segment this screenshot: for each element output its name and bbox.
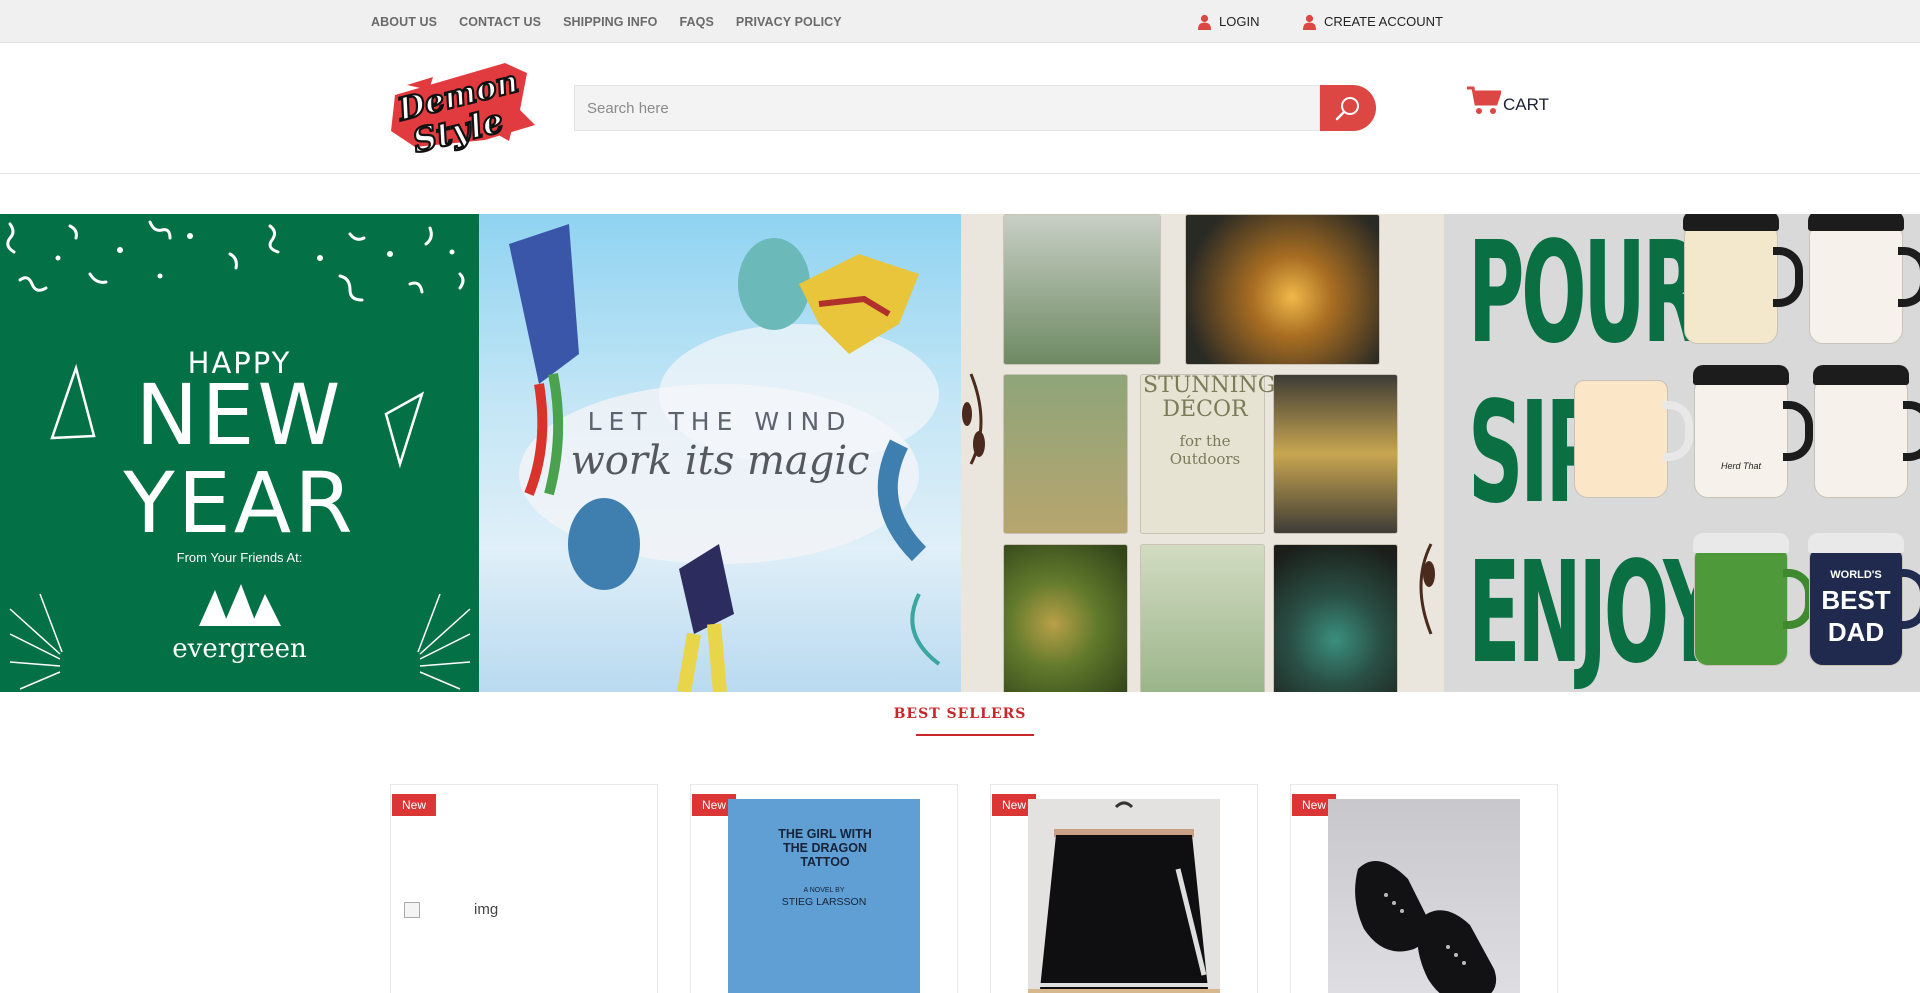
- search-button[interactable]: [1320, 85, 1376, 131]
- best-sellers-underline: [916, 734, 1034, 736]
- product-card-1[interactable]: New img: [390, 784, 658, 993]
- mug-bees[interactable]: [1683, 214, 1803, 344]
- decor-panel[interactable]: STUNNING DÉCOR for the Outdoors: [961, 214, 1444, 692]
- mug-roosters[interactable]: [1808, 214, 1920, 344]
- wind-headline: LET THE WIND: [587, 407, 853, 436]
- evergreen-trees-logo: [199, 584, 281, 626]
- mug-dad-line2: BEST: [1821, 585, 1891, 615]
- broken-product-image[interactable]: img: [404, 901, 498, 918]
- product-image-loafers[interactable]: [1328, 799, 1520, 993]
- book-author: STIEG LARSSON: [781, 896, 867, 908]
- wind-script: work its magic: [570, 438, 870, 484]
- pour-word: POUR: [1468, 214, 1702, 375]
- cart-link[interactable]: CART: [1467, 83, 1549, 119]
- book-subtitle: A NOVEL BY: [803, 887, 845, 894]
- mug-cow[interactable]: Herd That: [1693, 365, 1813, 498]
- user-icon: [1303, 14, 1316, 30]
- skirt-illustration: [1028, 801, 1220, 993]
- shipping-info-link[interactable]: SHIPPING INFO: [563, 15, 657, 29]
- login-link[interactable]: LOGIN: [1198, 0, 1259, 43]
- search-icon: [1335, 97, 1359, 121]
- decor-tile-side-table[interactable]: [1140, 544, 1265, 692]
- top-bar: ABOUT US CONTACT US SHIPPING INFO FAQS P…: [0, 0, 1920, 43]
- product-card-4[interactable]: New: [1290, 784, 1558, 993]
- decor-tile-rain-chain[interactable]: [1185, 214, 1380, 365]
- broken-image-icon: [404, 901, 420, 918]
- new-year-year: YEAR: [123, 454, 356, 552]
- wind-panel[interactable]: LET THE WIND work its magic: [479, 214, 961, 692]
- evergreen-brand: evergreen: [172, 634, 307, 664]
- mugs-panel[interactable]: POUR SIP ENJOY Herd That WORLD'S BEST DA…: [1444, 214, 1920, 692]
- privacy-policy-link[interactable]: PRIVACY POLICY: [736, 15, 842, 29]
- top-nav-links: ABOUT US CONTACT US SHIPPING INFO FAQS P…: [371, 0, 864, 43]
- product-image-book[interactable]: THE GIRL WITH THE DRAGON TATTOO A NOVEL …: [728, 799, 920, 993]
- loafers-illustration: [1355, 861, 1497, 993]
- create-account-link[interactable]: CREATE ACCOUNT: [1303, 0, 1443, 43]
- mug-green-blessings[interactable]: [1693, 533, 1813, 666]
- mug-dad-line1: WORLD'S: [1830, 569, 1882, 581]
- shopping-cart-icon: [1467, 86, 1501, 114]
- new-year-from: From Your Friends At:: [176, 550, 303, 565]
- product-card-3[interactable]: New: [990, 784, 1258, 993]
- decor-headline: STUNNING DÉCOR for the Outdoors: [1143, 373, 1276, 469]
- new-badge: New: [392, 794, 436, 816]
- login-label: LOGIN: [1219, 14, 1260, 29]
- hero-banner[interactable]: HAPPY NEW YEAR From Your Friends At: eve…: [0, 214, 1920, 692]
- decor-tile-lantern-set[interactable]: [1273, 544, 1398, 692]
- site-header: Demon Style CART: [0, 43, 1920, 174]
- site-logo[interactable]: Demon Style: [385, 55, 535, 155]
- new-year-new: NEW: [135, 366, 344, 464]
- create-account-label: CREATE ACCOUNT: [1324, 14, 1443, 29]
- user-icon: [1198, 14, 1211, 30]
- search-input[interactable]: [574, 85, 1320, 131]
- cart-label: CART: [1503, 95, 1549, 114]
- mug-flowers[interactable]: [1574, 380, 1693, 498]
- best-sellers-title: BEST SELLERS: [893, 706, 1027, 722]
- new-year-panel[interactable]: HAPPY NEW YEAR From Your Friends At: eve…: [0, 214, 479, 692]
- book-title: THE GIRL WITH THE DRAGON TATTOO: [778, 827, 872, 869]
- decor-subtitle: for the Outdoors: [1169, 432, 1241, 469]
- mug-cats[interactable]: [1813, 365, 1920, 498]
- product-image-skirt[interactable]: [1028, 799, 1220, 993]
- product-card-2[interactable]: New THE GIRL WITH THE DRAGON TATTOO A NO…: [690, 784, 958, 993]
- contact-us-link[interactable]: CONTACT US: [459, 15, 541, 29]
- mug-dad-line3: DAD: [1827, 617, 1885, 647]
- enjoy-word: ENJOY: [1468, 532, 1719, 693]
- decor-title: STUNNING DÉCOR: [1143, 373, 1276, 423]
- mug-worlds-best-dad[interactable]: WORLD'S BEST DAD: [1808, 533, 1920, 666]
- search-bar: [574, 85, 1376, 131]
- decor-tile-hanging-lamps[interactable]: [1273, 374, 1398, 534]
- mug-cow-text: Herd That: [1720, 461, 1762, 471]
- about-us-link[interactable]: ABOUT US: [371, 15, 437, 29]
- decor-tile-lanterns[interactable]: [1003, 214, 1161, 365]
- image-alt-text: img: [474, 901, 499, 918]
- decor-tile-garden-stones[interactable]: [1003, 544, 1128, 692]
- decor-tile-glass-terrariums[interactable]: [1003, 374, 1128, 534]
- faqs-link[interactable]: FAQS: [679, 15, 713, 29]
